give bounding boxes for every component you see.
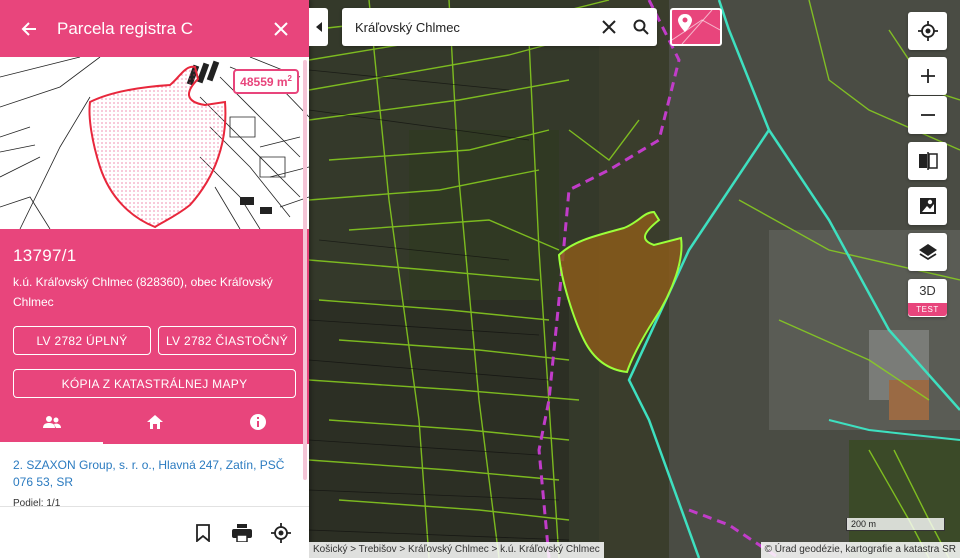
info-icon [249, 414, 266, 430]
lv-full-button[interactable]: LV 2782 ÚPLNÝ [13, 326, 151, 355]
3d-label: 3D [919, 283, 936, 298]
parcel-info: 13797/1 k.ú. Kráľovský Chlmec (828360), … [0, 229, 309, 444]
app-root: Kráľovský Chlmec 3D TEST 200 m Košický >… [0, 0, 960, 558]
layers-button[interactable] [908, 233, 947, 271]
parcel-number: 13797/1 [13, 246, 77, 265]
parcel-panel: Parcela registra C 48559 m2 13797/1 k.ú.… [0, 0, 309, 558]
area-badge: 48559 m2 [233, 69, 299, 94]
layers-icon [918, 244, 937, 261]
zoom-out-icon [920, 114, 935, 116]
tab-info[interactable] [206, 400, 309, 444]
print-button[interactable] [231, 522, 252, 543]
locate-parcel-icon [270, 522, 291, 543]
compare-icon [918, 152, 938, 170]
bookmark-button[interactable] [192, 522, 213, 543]
location-breadcrumb: Košický > Trebišov > Kráľovský Chlmec > … [309, 542, 604, 558]
panel-tabs [0, 400, 309, 444]
area-value: 48559 m [240, 75, 288, 89]
map-view[interactable] [309, 0, 960, 558]
panel-title: Parcela registra C [57, 18, 194, 38]
clear-icon[interactable] [593, 8, 625, 46]
close-icon [273, 21, 288, 36]
back-button[interactable] [0, 0, 57, 57]
panel-scrollbar[interactable] [303, 60, 307, 480]
caret-left-icon [315, 22, 322, 32]
my-location-icon [917, 21, 938, 41]
my-location-button[interactable] [908, 12, 947, 50]
print-icon [231, 523, 252, 542]
compare-button[interactable] [908, 142, 947, 180]
photo-map-button[interactable] [908, 187, 947, 225]
search-icon[interactable] [625, 8, 657, 46]
collapse-panel-button[interactable] [309, 8, 328, 46]
area-unit: 2 [287, 74, 292, 83]
search-bar[interactable]: Kráľovský Chlmec [342, 8, 657, 46]
map-pin-icon [672, 10, 720, 44]
parcel-description: k.ú. Kráľovský Chlmec (828360), obec Krá… [13, 275, 273, 309]
search-input[interactable]: Kráľovský Chlmec [342, 20, 593, 35]
owner-list: 2. SZAXON Group, s. r. o., Hlavná 247, Z… [0, 444, 309, 509]
people-icon [42, 416, 61, 428]
close-button[interactable] [252, 0, 309, 57]
test-badge: TEST [908, 303, 947, 316]
map-copy-button[interactable]: KÓPIA Z KATASTRÁLNEJ MAPY [13, 369, 296, 398]
map-attribution: © Úrad geodézie, kartografie a katastra … [760, 542, 960, 558]
parcel-map-thumbnail-button[interactable] [670, 8, 722, 46]
home-icon [146, 415, 163, 429]
tab-property[interactable] [103, 400, 206, 444]
lv-partial-button[interactable]: LV 2782 ČIASTOČNÝ [158, 326, 296, 355]
panel-header: Parcela registra C [0, 0, 309, 57]
zoom-in-icon [920, 69, 935, 83]
locate-parcel-button[interactable] [270, 522, 291, 543]
zoom-out-button[interactable] [908, 96, 947, 134]
tab-owners[interactable] [0, 400, 103, 444]
photo-map-icon [919, 198, 936, 214]
panel-footer [0, 506, 309, 558]
owner-link[interactable]: 2. SZAXON Group, s. r. o., Hlavná 247, Z… [13, 457, 296, 491]
bookmark-icon [195, 523, 210, 542]
parcel-preview-map: 48559 m2 [0, 57, 309, 229]
zoom-in-button[interactable] [908, 57, 947, 95]
arrow-left-icon [21, 21, 36, 36]
scale-bar: 200 m [846, 518, 945, 531]
map-canvas[interactable] [309, 0, 960, 558]
